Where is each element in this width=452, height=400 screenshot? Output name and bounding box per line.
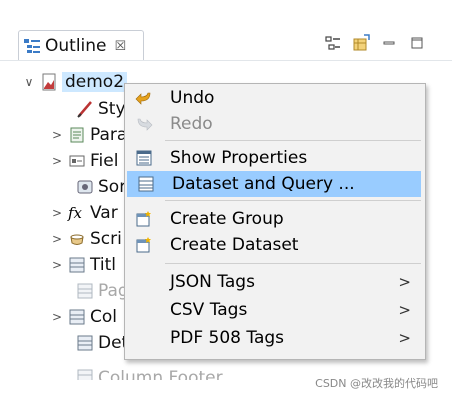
tree-item-scriptlets[interactable]: > Scri — [50, 227, 122, 251]
tree-item-fields[interactable]: > Fiel — [50, 149, 118, 173]
collapse-arrow-icon[interactable]: ∨ — [22, 75, 36, 89]
tree-item-label: Column Footer — [98, 368, 223, 380]
tree-item-parameters[interactable]: > Para — [50, 123, 127, 147]
expand-arrow-icon[interactable]: > — [50, 232, 64, 246]
tree-item-label: Fiel — [90, 151, 119, 171]
tree-item-label: Sor — [98, 177, 127, 197]
tree-item-label: Scri — [90, 229, 122, 249]
styles-icon — [77, 101, 92, 118]
menu-item-redo: Redo — [125, 111, 425, 137]
scriptlets-icon — [70, 234, 84, 245]
expand-arrow-icon[interactable]: > — [50, 128, 64, 142]
menu-item-label: Create Group — [170, 209, 284, 229]
menu-item-json-tags[interactable]: JSON Tags > — [125, 269, 425, 295]
parameters-icon — [70, 127, 84, 143]
menu-separator — [165, 263, 421, 264]
menu-item-label: Create Dataset — [170, 235, 299, 255]
menu-item-label: Dataset and Query ... — [172, 174, 355, 194]
minimize-icon[interactable] — [380, 34, 398, 52]
expand-arrow-icon[interactable]: > — [50, 154, 64, 168]
properties-icon — [136, 150, 152, 166]
report-icon — [42, 73, 56, 91]
menu-item-label: CSV Tags — [170, 300, 248, 320]
outline-view-title: Outline — [45, 36, 107, 56]
band-icon — [77, 335, 93, 351]
submenu-arrow-icon: > — [398, 329, 411, 347]
collapse-all-icon[interactable] — [324, 34, 342, 52]
menu-separator — [165, 140, 421, 141]
menu-separator — [165, 200, 421, 201]
tree-item-column-footer[interactable]: Column Footer — [58, 368, 223, 380]
menu-item-create-dataset[interactable]: Create Dataset — [125, 232, 425, 258]
close-icon[interactable]: ☒ — [115, 39, 127, 54]
view-toolbar — [324, 34, 426, 52]
sort-icon — [77, 180, 93, 194]
band-icon — [69, 309, 85, 325]
band-icon — [69, 257, 85, 273]
tree-item-styles[interactable]: Styl — [58, 97, 130, 121]
undo-icon — [135, 92, 151, 105]
tree-item-label: demo2 — [62, 72, 128, 92]
fields-icon — [69, 155, 85, 167]
tree-item-label: Para — [90, 125, 128, 145]
maximize-icon[interactable] — [408, 34, 426, 52]
outline-icon — [24, 39, 40, 53]
create-dataset-icon — [136, 237, 151, 253]
menu-item-pdf-508-tags[interactable]: PDF 508 Tags > — [125, 325, 425, 351]
expand-arrow-icon[interactable]: > — [50, 206, 64, 220]
submenu-arrow-icon: > — [398, 301, 411, 319]
watermark: CSDN @改改我的代码吧 — [315, 377, 438, 390]
tree-item-page-header[interactable]: Pag — [58, 279, 129, 303]
variables-icon: fx — [68, 204, 83, 222]
tree-item-column-header[interactable]: > Col — [50, 305, 117, 329]
submenu-arrow-icon: > — [398, 273, 411, 291]
menu-item-label: Show Properties — [170, 148, 308, 168]
tree-item-label: Col — [90, 307, 117, 327]
tree-item-label: Titl — [90, 255, 116, 275]
menu-item-csv-tags[interactable]: CSV Tags > — [125, 297, 425, 323]
menu-item-label: Undo — [170, 88, 215, 108]
menu-item-label: Redo — [170, 114, 213, 134]
tree-item-label: Var — [90, 203, 118, 223]
band-icon — [77, 283, 93, 299]
menu-item-label: JSON Tags — [170, 272, 255, 292]
tree-item-sort[interactable]: Sor — [58, 175, 126, 199]
redo-icon — [137, 118, 153, 131]
expand-arrow-icon[interactable]: > — [50, 258, 64, 272]
view-header-divider — [0, 60, 452, 61]
tree-item-variables[interactable]: > fx Var — [50, 201, 118, 225]
menu-item-undo[interactable]: Undo — [125, 85, 425, 111]
menu-item-dataset-and-query[interactable]: Dataset and Query ... — [127, 171, 421, 197]
link-editor-icon[interactable] — [352, 34, 370, 52]
expand-arrow-icon[interactable]: > — [50, 310, 64, 324]
menu-item-show-properties[interactable]: Show Properties — [125, 145, 425, 171]
band-icon — [77, 369, 93, 380]
tree-item-title[interactable]: > Titl — [50, 253, 116, 277]
context-menu: Undo Redo Show Properties Dataset and Qu… — [124, 83, 426, 360]
outline-view-tab[interactable]: Outline ☒ — [18, 30, 144, 61]
tree-item-report[interactable]: ∨ demo2 — [22, 70, 128, 94]
dataset-query-icon — [138, 176, 154, 192]
create-group-icon — [136, 211, 151, 227]
menu-item-label: PDF 508 Tags — [170, 328, 285, 348]
menu-item-create-group[interactable]: Create Group — [125, 206, 425, 232]
